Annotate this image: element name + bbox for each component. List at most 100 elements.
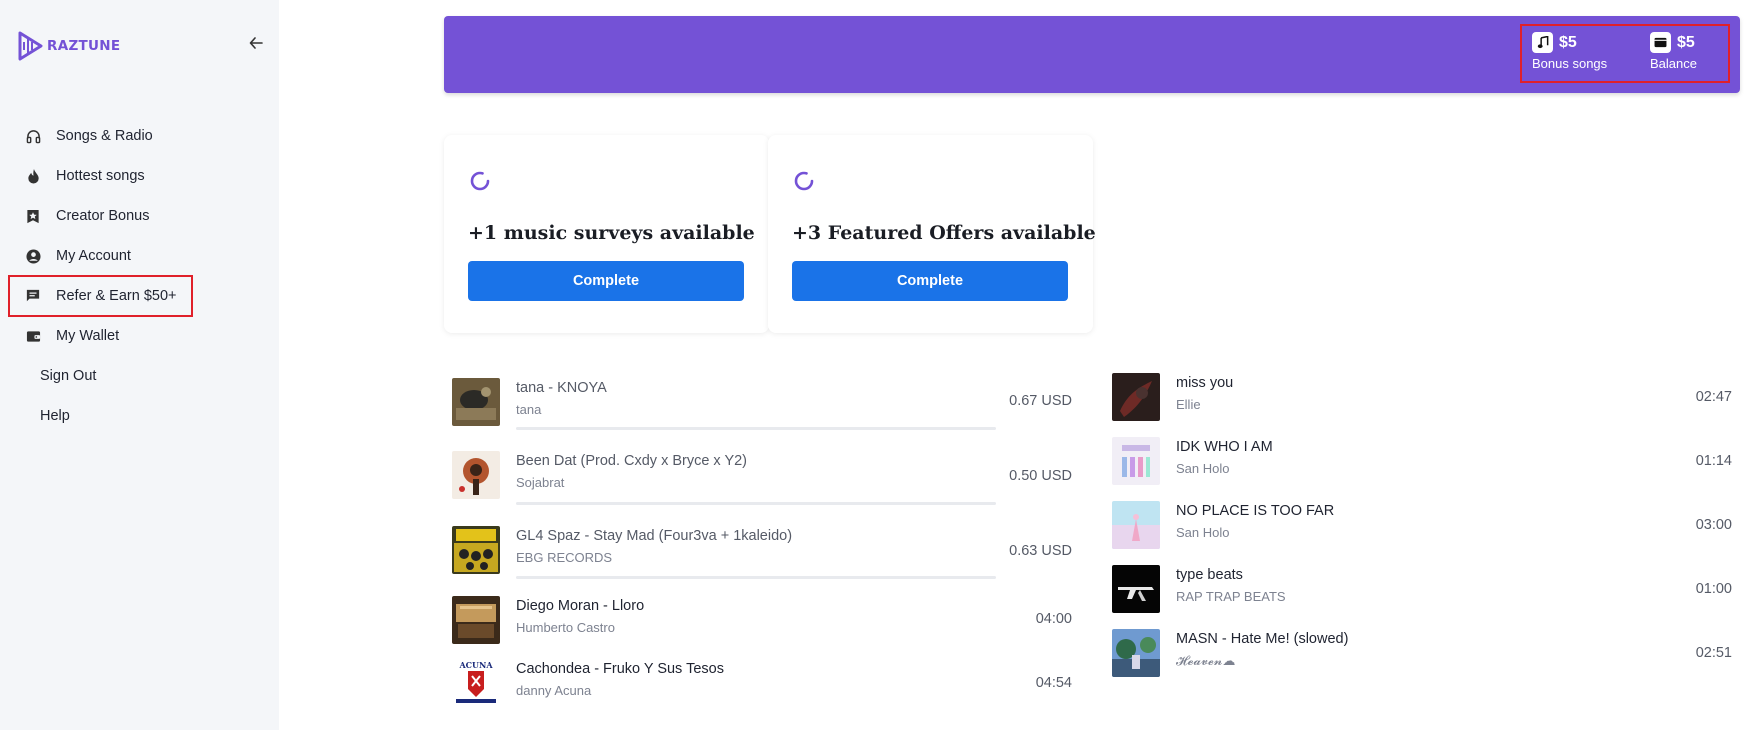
song-artist: Humberto Castro [516, 620, 615, 635]
music-note-icon [1532, 32, 1553, 53]
song-artist: EBG RECORDS [516, 550, 613, 565]
sidebar-item-my-account[interactable]: My Account [0, 236, 279, 276]
song-duration: 03:00 [1695, 517, 1732, 533]
card-title: +1 music surveys available [468, 222, 755, 244]
song-title: tana - KNOYA [516, 380, 607, 396]
sidebar-item-help[interactable]: Help [0, 396, 279, 436]
sidebar-item-label: Refer & Earn $50+ [56, 288, 177, 304]
loading-spinner-icon [470, 171, 490, 191]
balance-value: $5 [1677, 33, 1695, 51]
album-art: ACUNA [452, 659, 500, 707]
song-duration: 01:00 [1695, 581, 1732, 597]
chat-icon [25, 288, 41, 304]
sidebar-item-label: Sign Out [40, 368, 97, 384]
wallet-icon [25, 328, 41, 344]
song-row[interactable]: miss you Ellie [1112, 373, 1233, 421]
sidebar-item-label: Creator Bonus [56, 208, 150, 224]
sidebar-item-songs-radio[interactable]: Songs & Radio [0, 116, 279, 156]
sidebar-item-label: Help [40, 408, 70, 424]
album-art [1112, 373, 1160, 421]
svg-text:ACUNA: ACUNA [458, 660, 493, 670]
song-title: MASN - Hate Me! (slowed) [1176, 631, 1349, 647]
song-row[interactable]: IDK WHO I AM San Holo [1112, 437, 1273, 485]
song-title: Been Dat (Prod. Cxdy x Bryce x Y2) [516, 453, 748, 469]
balance-label: Balance [1650, 56, 1697, 71]
bonus-songs-stat[interactable]: $5 Bonus songs [1522, 26, 1642, 81]
album-art [452, 378, 500, 426]
album-art [1112, 565, 1160, 613]
song-row[interactable]: ACUNA Cachondea - Fruko Y Sus Tesos dann… [452, 659, 724, 707]
song-title: GL4 Spaz - Stay Mad (Four3va + 1kaleido) [516, 528, 793, 544]
complete-surveys-button[interactable]: Complete [468, 261, 744, 301]
song-title: Diego Moran - Lloro [516, 598, 645, 614]
song-duration: 02:51 [1695, 645, 1732, 661]
logo[interactable]: RAZTUNE [17, 31, 120, 61]
collapse-sidebar-button[interactable] [247, 34, 265, 52]
top-banner: $5 Bonus songs $5 Balance [444, 16, 1740, 93]
song-row[interactable]: Diego Moran - Lloro Humberto Castro [452, 596, 644, 644]
song-earning: 0.50 USD [1009, 468, 1072, 484]
sidebar-item-sign-out[interactable]: Sign Out [0, 356, 279, 396]
song-title: NO PLACE IS TOO FAR [1176, 503, 1335, 519]
bonus-songs-value: $5 [1559, 33, 1577, 51]
album-art [1112, 501, 1160, 549]
song-progress-bar [516, 502, 996, 505]
song-artist: San Holo [1176, 525, 1230, 540]
album-art [452, 526, 500, 574]
headphones-icon [25, 128, 41, 144]
complete-offers-button[interactable]: Complete [792, 261, 1068, 301]
loading-spinner-icon [794, 171, 814, 191]
wallet-icon [1650, 32, 1671, 53]
song-row[interactable]: type beats RAP TRAP BEATS [1112, 565, 1286, 613]
sidebar-item-creator-bonus[interactable]: Creator Bonus [0, 196, 279, 236]
song-row[interactable]: MASN - Hate Me! (slowed) 𝓗𝓮𝓪𝓿𝓮𝓷☁ [1112, 629, 1348, 677]
song-artist: Sojabrat [516, 475, 565, 490]
song-progress-bar [516, 427, 996, 430]
song-title: miss you [1176, 375, 1234, 391]
user-circle-icon [25, 248, 41, 264]
logo-text: RAZTUNE [47, 38, 121, 54]
sidebar-item-refer-earn[interactable]: Refer & Earn $50+ [8, 275, 193, 317]
flame-icon [25, 168, 41, 184]
song-title: Cachondea - Fruko Y Sus Tesos [516, 661, 724, 677]
album-art [452, 596, 500, 644]
song-row[interactable]: GL4 Spaz - Stay Mad (Four3va + 1kaleido)… [452, 526, 792, 574]
sidebar-item-label: My Wallet [56, 328, 120, 344]
balance-stat[interactable]: $5 Balance [1642, 26, 1697, 81]
song-duration: 04:00 [1035, 611, 1072, 627]
album-art [1112, 629, 1160, 677]
song-duration: 02:47 [1695, 389, 1732, 405]
album-art [452, 451, 500, 499]
sidebar-item-label: Songs & Radio [56, 128, 153, 144]
song-artist: San Holo [1176, 461, 1230, 476]
sidebar-item-label: Hottest songs [56, 168, 145, 184]
song-row[interactable]: Been Dat (Prod. Cxdy x Bryce x Y2) Sojab… [452, 451, 747, 499]
featured-offers-card: +3 Featured Offers available Complete [768, 135, 1096, 333]
card-title: +3 Featured Offers available [792, 222, 1096, 244]
song-artist: Ellie [1176, 397, 1201, 412]
song-earning: 0.63 USD [1009, 543, 1072, 559]
song-artist: RAP TRAP BEATS [1176, 589, 1286, 604]
raztune-logo-icon [18, 31, 43, 61]
music-surveys-card: +1 music surveys available Complete [444, 135, 769, 333]
star-badge-icon [25, 208, 41, 224]
song-artist: danny Acuna [516, 683, 592, 698]
sidebar-item-my-wallet[interactable]: My Wallet [0, 316, 279, 356]
sidebar: RAZTUNE Songs & Radio Hottest songs Crea… [0, 0, 279, 730]
song-duration: 04:54 [1035, 675, 1072, 691]
album-art [1112, 437, 1160, 485]
bonus-songs-label: Bonus songs [1532, 56, 1608, 71]
sidebar-item-label: My Account [56, 248, 131, 264]
song-row[interactable]: NO PLACE IS TOO FAR San Holo [1112, 501, 1334, 549]
song-row[interactable]: tana - KNOYA tana [452, 378, 607, 426]
song-duration: 01:14 [1695, 453, 1732, 469]
arrow-left-icon [249, 37, 263, 49]
song-earning: 0.67 USD [1009, 393, 1072, 409]
song-artist: 𝓗𝓮𝓪𝓿𝓮𝓷☁ [1176, 653, 1236, 668]
song-title: IDK WHO I AM [1176, 439, 1273, 455]
song-progress-bar [516, 576, 996, 579]
balance-summary: $5 Bonus songs $5 Balance [1520, 24, 1730, 83]
song-title: type beats [1176, 567, 1243, 583]
song-artist: tana [516, 402, 542, 417]
sidebar-item-hottest-songs[interactable]: Hottest songs [0, 156, 279, 196]
